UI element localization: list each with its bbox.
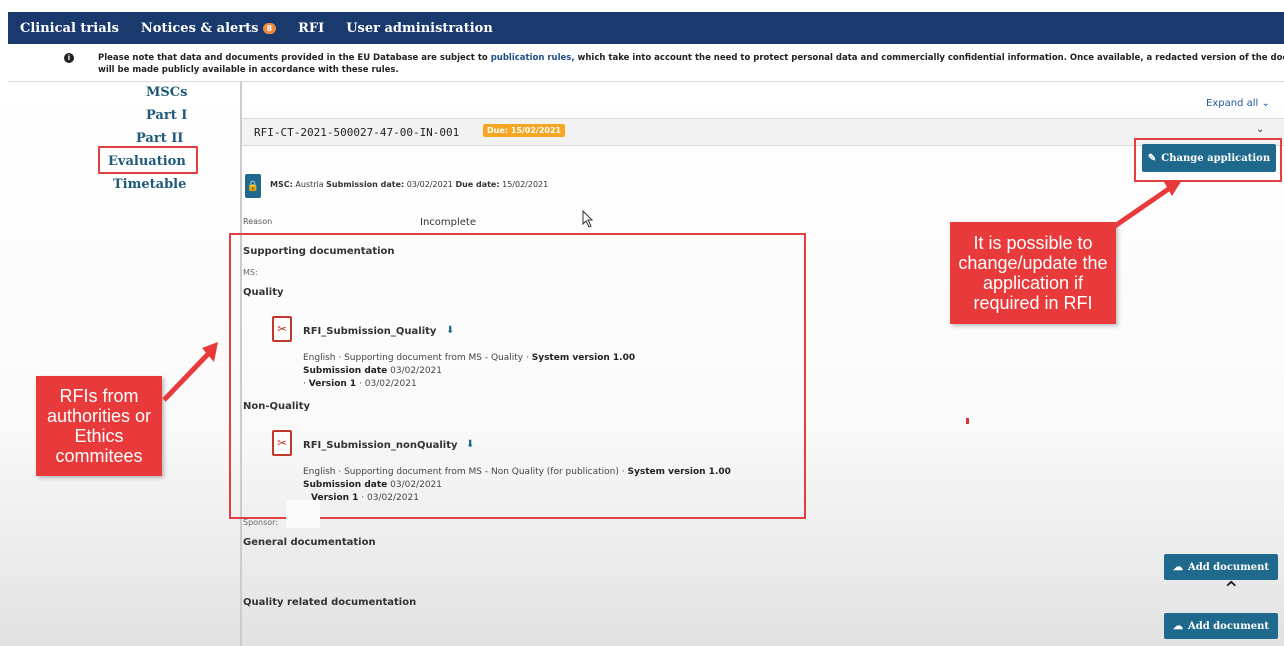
reason-value: Incomplete [420,217,476,228]
scroll-to-top-icon[interactable]: ⌃ [1222,578,1240,603]
nav-rfi[interactable]: RFI [298,21,324,36]
nav-clinical-trials[interactable]: Clinical trials [20,21,119,36]
leftnav-part-2[interactable]: Part II [136,131,183,146]
publication-notice: i Please note that data and documents pr… [8,44,1284,82]
lock-icon: 🔒 [245,174,261,198]
annotation-mark [966,418,969,424]
leftnav-part-1[interactable]: Part I [146,108,187,123]
mouse-cursor-icon [582,210,594,228]
add-document-button[interactable]: ☁ Add document [1164,613,1278,639]
callout-rfis-from-authorities: RFIs from authorities or Ethics commitee… [36,376,162,476]
chevron-down-icon[interactable]: ⌄ [1256,124,1264,135]
leftnav-mscs[interactable]: MSCs [146,85,187,100]
reason-label: Reason [243,217,273,226]
sponsor-label: Sponsor: [243,518,279,527]
leftnav-timetable[interactable]: Timetable [113,177,186,192]
main-nav: Clinical trials Notices & alerts 8 RFI U… [8,12,1284,44]
info-icon: i [64,53,74,63]
msc-info-line: MSC: Austria Submission date: 03/02/2021… [270,180,549,189]
add-document-button[interactable]: ☁ Add document [1164,554,1278,580]
evaluation-highlight [98,146,198,174]
callout-change-application: It is possible to change/update the appl… [950,222,1116,324]
redaction-patch [286,500,320,528]
quality-related-documentation-heading: Quality related documentation [243,597,417,608]
callout-arrow [1110,180,1182,231]
nav-notices-alerts[interactable]: Notices & alerts 8 [141,21,277,36]
chevron-down-icon: ⌄ [1261,98,1270,109]
notices-count-badge: 8 [262,22,277,34]
callout-arrow [162,342,218,402]
general-documentation-heading: General documentation [243,537,376,548]
due-badge: Due: 15/02/2021 [483,124,566,137]
top-strip [0,0,1284,12]
supporting-documentation-highlight [229,233,806,519]
publication-rules-link[interactable]: publication rules, [491,53,575,63]
cloud-upload-icon: ☁ [1172,620,1183,632]
rfi-id: RFI-CT-2021-500027-47-00-IN-001 [254,126,460,139]
expand-all-link[interactable]: Expand all ⌄ [1206,98,1270,109]
cloud-upload-icon: ☁ [1172,561,1183,573]
nav-user-administration[interactable]: User administration [346,21,493,36]
